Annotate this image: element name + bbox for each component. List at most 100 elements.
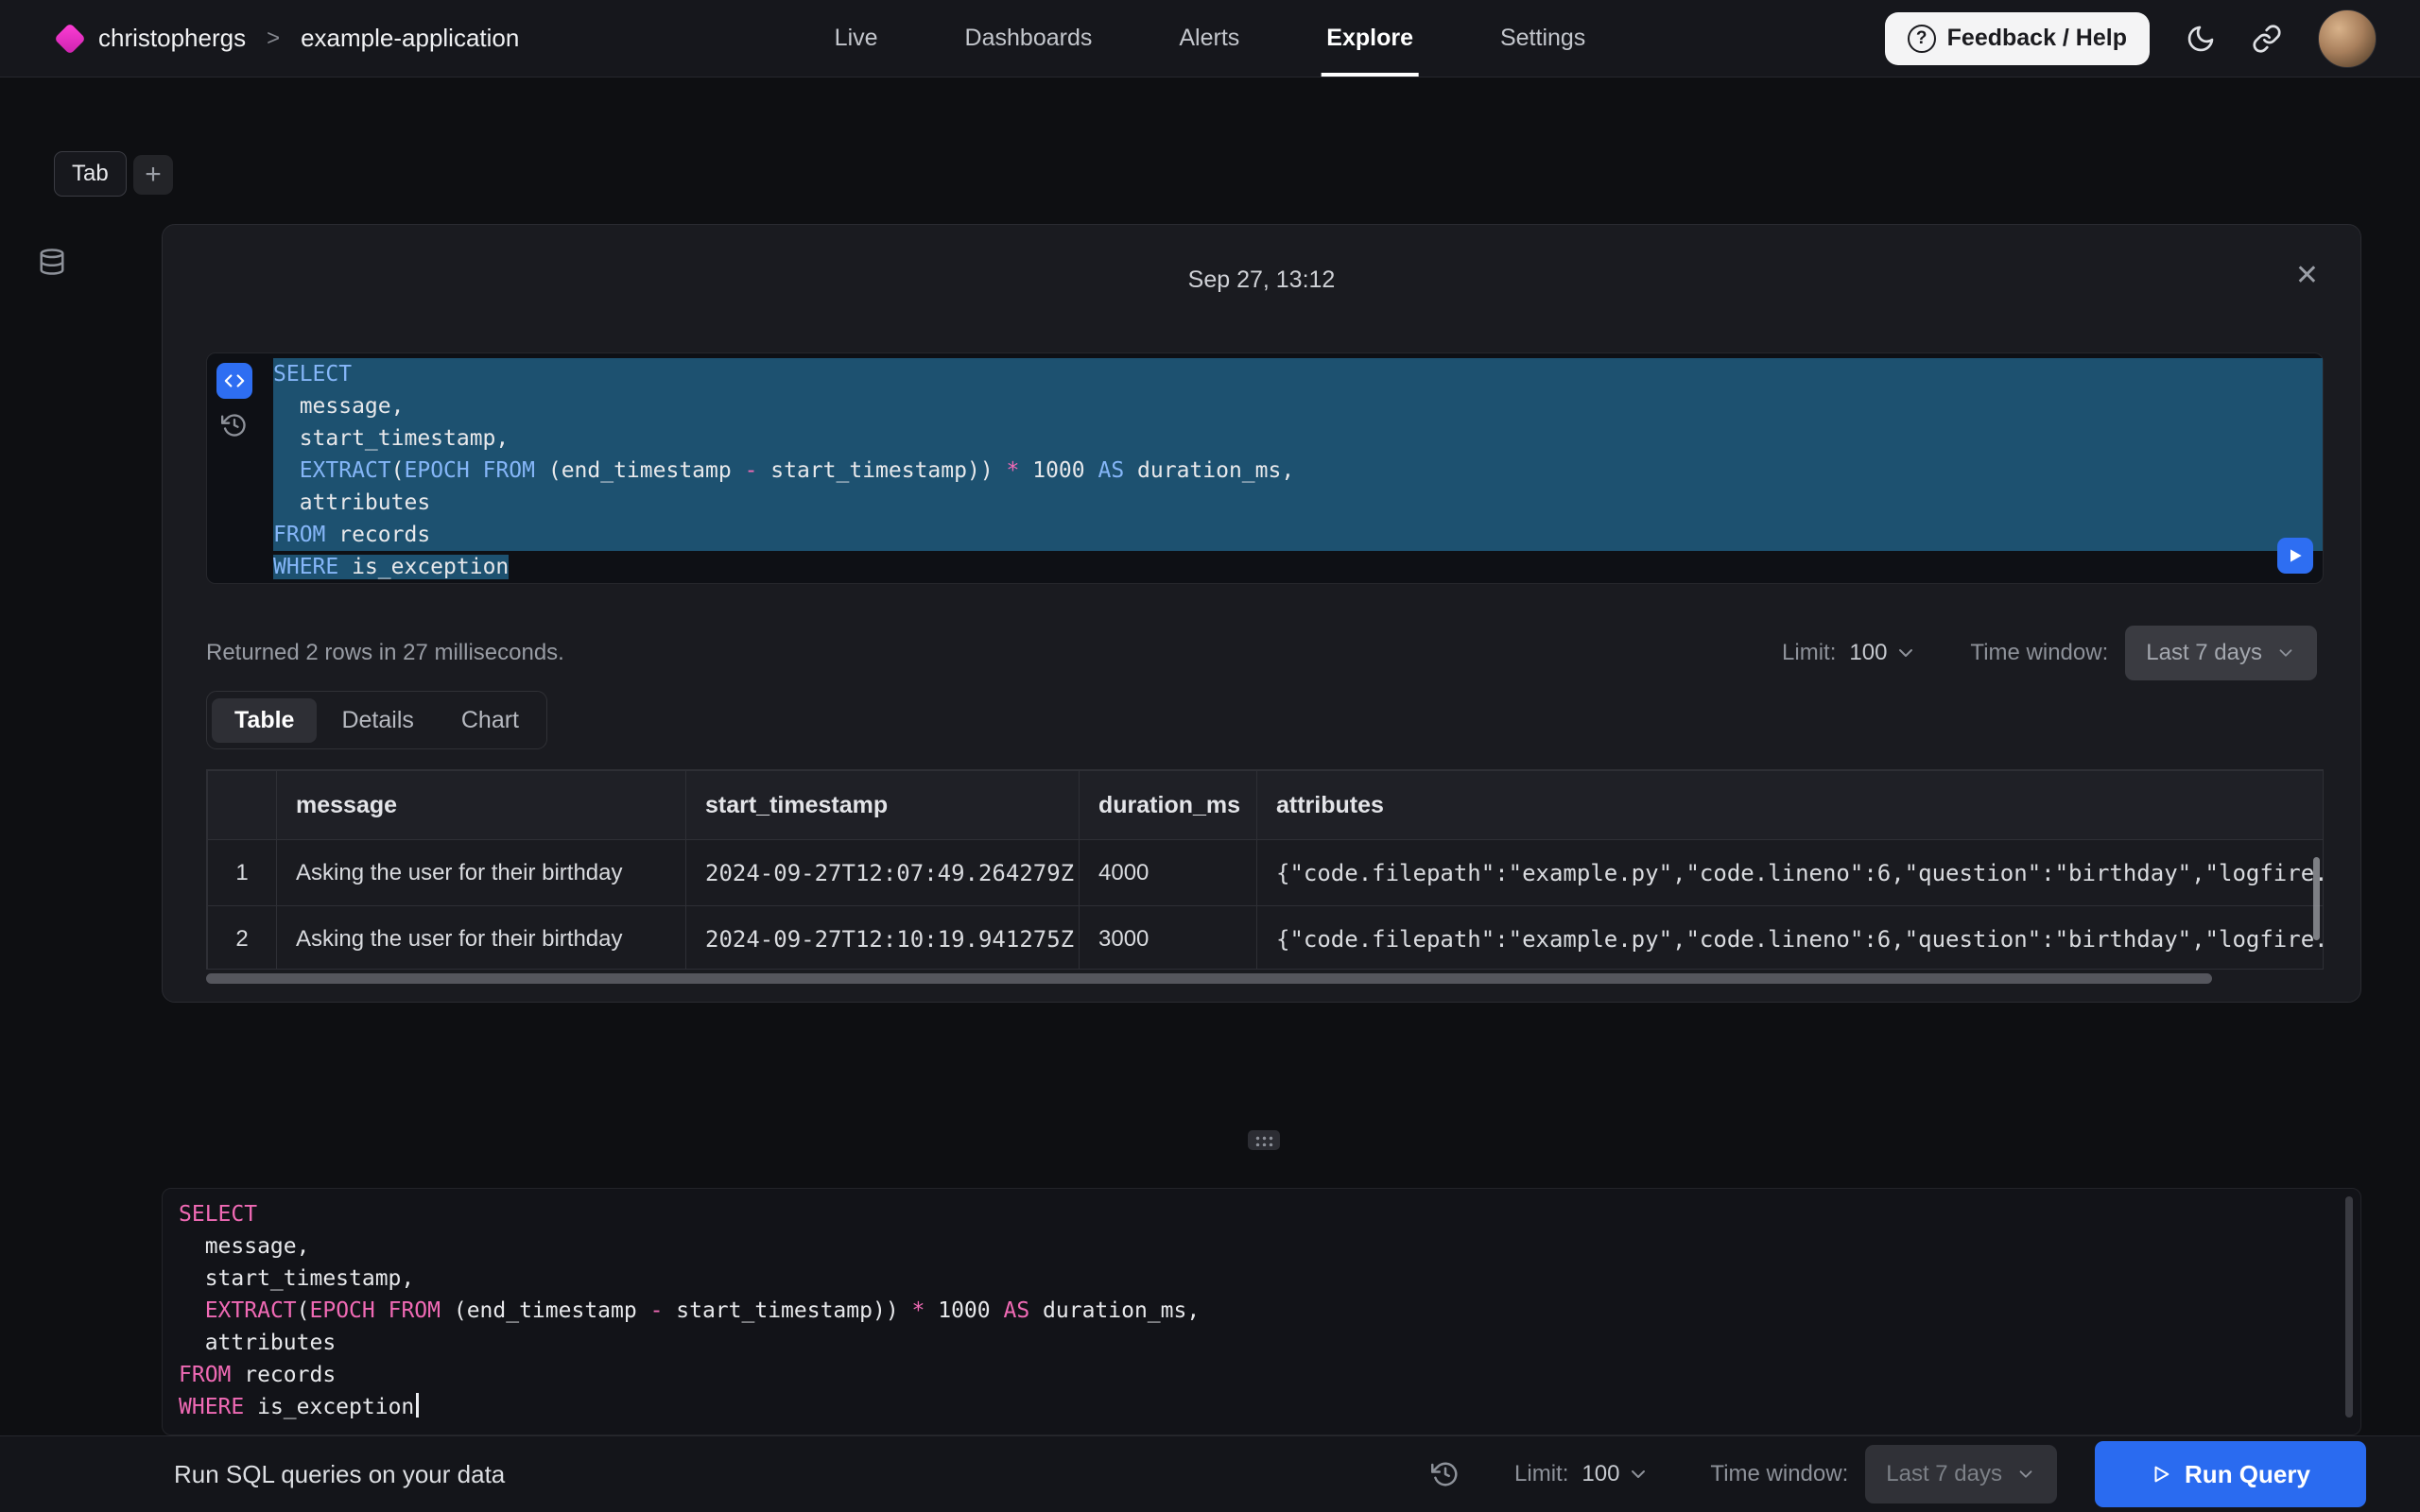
limit-label: Limit: <box>1782 640 1836 666</box>
play-icon <box>2151 1464 2171 1485</box>
chevron-down-icon <box>2015 1464 2036 1485</box>
breadcrumb-separator-icon: > <box>267 26 280 52</box>
breadcrumb: christophergs > example-application <box>59 24 519 53</box>
sql-line: FROM records <box>179 1359 2360 1391</box>
add-tab-button[interactable]: + <box>133 155 173 195</box>
chevron-down-icon[interactable] <box>1894 642 1917 664</box>
nav-item-settings[interactable]: Settings <box>1500 0 1585 77</box>
limit-value[interactable]: 100 <box>1582 1461 1619 1487</box>
footer-hint-text: Run SQL queries on your data <box>174 1460 505 1489</box>
feedback-help-button[interactable]: ? Feedback / Help <box>1885 12 2150 65</box>
query-history-icon[interactable] <box>221 412 248 438</box>
sql-line: message, <box>179 1230 2360 1263</box>
time-window-value: Last 7 days <box>2146 640 2262 666</box>
results-table-container: message start_timestamp duration_ms attr… <box>206 769 2324 970</box>
result-view-tabs: Table Details Chart <box>206 691 547 749</box>
top-nav: christophergs > example-application Live… <box>0 0 2420 77</box>
code-toggle-icon[interactable] <box>216 363 252 399</box>
result-status-row: Returned 2 rows in 27 milliseconds. Limi… <box>206 625 2317 680</box>
help-circle-icon: ? <box>1908 25 1936 53</box>
time-window-label: Time window: <box>1710 1461 1848 1487</box>
horizontal-scrollbar[interactable] <box>206 973 2212 984</box>
nav-item-explore[interactable]: Explore <box>1326 0 1413 77</box>
time-window-label: Time window: <box>1970 640 2108 666</box>
time-window-select[interactable]: Last 7 days <box>1865 1445 2057 1503</box>
sql-editor[interactable]: SELECT message, start_timestamp, EXTRACT… <box>162 1188 2361 1435</box>
header-row-number <box>208 771 277 840</box>
tab-table[interactable]: Table <box>212 698 317 743</box>
cell-duration-ms[interactable]: 4000 <box>1080 840 1257 906</box>
header-duration-ms[interactable]: duration_ms <box>1080 771 1257 840</box>
executed-query-block[interactable]: SELECT message, start_timestamp, EXTRACT… <box>206 352 2324 584</box>
cell-attributes[interactable]: {"code.filepath":"example.py","code.line… <box>1257 840 2325 906</box>
query-footer-bar: Run SQL queries on your data Limit: 100 … <box>0 1435 2420 1512</box>
sql-editor-code[interactable]: SELECT message, start_timestamp, EXTRACT… <box>179 1198 2360 1423</box>
cell-duration-ms[interactable]: 3000 <box>1080 906 1257 971</box>
result-controls: Limit: 100 Time window: Last 7 days <box>1782 626 2317 680</box>
query-tab-chip[interactable]: Tab <box>54 151 127 197</box>
share-link-icon[interactable] <box>2252 24 2282 54</box>
tab-details[interactable]: Details <box>319 698 436 743</box>
vertical-scrollbar[interactable] <box>2313 857 2320 940</box>
query-result-card: Sep 27, 13:12 ✕ SELECT message, start_ti… <box>162 224 2361 1003</box>
nav-item-alerts[interactable]: Alerts <box>1179 0 1239 77</box>
feedback-help-label: Feedback / Help <box>1947 25 2127 52</box>
sql-line: WHERE is_exception <box>179 1391 2360 1423</box>
database-schema-icon[interactable] <box>38 248 66 276</box>
cell-start-timestamp[interactable]: 2024-09-27T12:07:49.264279Z <box>686 840 1080 906</box>
nav-item-dashboards[interactable]: Dashboards <box>965 0 1093 77</box>
sql-line: SELECT <box>273 358 2323 390</box>
breadcrumb-project[interactable]: example-application <box>301 24 519 53</box>
sql-line: start_timestamp, <box>273 422 2323 455</box>
chevron-down-icon <box>2275 643 2296 663</box>
time-window-value: Last 7 days <box>1886 1461 2002 1487</box>
sql-line: attributes <box>179 1327 2360 1359</box>
header-attributes[interactable]: attributes <box>1257 771 2325 840</box>
cell-message[interactable]: Asking the user for their birthday <box>277 906 686 971</box>
row-number: 2 <box>208 906 277 971</box>
row-number: 1 <box>208 840 277 906</box>
nav-actions: ? Feedback / Help <box>1885 9 2377 68</box>
editor-scrollbar[interactable] <box>2345 1196 2353 1418</box>
sql-line: WHERE is_exception <box>273 551 2323 583</box>
header-message[interactable]: message <box>277 771 686 840</box>
table-row[interactable]: 2 Asking the user for their birthday 202… <box>208 906 2325 971</box>
drag-dots-icon <box>1253 1134 1274 1146</box>
breadcrumb-org[interactable]: christophergs <box>98 24 246 53</box>
nav-item-live[interactable]: Live <box>835 0 878 77</box>
sql-line: attributes <box>273 487 2323 519</box>
logfire-logo-icon[interactable] <box>54 23 86 55</box>
executed-query-code[interactable]: SELECT message, start_timestamp, EXTRACT… <box>273 353 2323 583</box>
sql-line: EXTRACT(EPOCH FROM (end_timestamp - star… <box>179 1295 2360 1327</box>
footer-controls: Limit: 100 Time window: Last 7 days Run … <box>1431 1441 2366 1507</box>
dark-mode-moon-icon[interactable] <box>2186 24 2216 54</box>
history-icon[interactable] <box>1431 1460 1460 1488</box>
explore-page: christophergs > example-application Live… <box>0 0 2420 1512</box>
cell-attributes[interactable]: {"code.filepath":"example.py","code.line… <box>1257 906 2325 971</box>
sql-line: message, <box>273 390 2323 422</box>
result-status-text: Returned 2 rows in 27 milliseconds. <box>206 640 564 666</box>
run-query-label: Run Query <box>2185 1460 2310 1489</box>
run-selection-button[interactable] <box>2277 538 2313 574</box>
chevron-down-icon[interactable] <box>1627 1463 1650 1486</box>
run-query-button[interactable]: Run Query <box>2095 1441 2366 1507</box>
sql-line: SELECT <box>179 1198 2360 1230</box>
limit-value[interactable]: 100 <box>1849 640 1887 666</box>
header-start-timestamp[interactable]: start_timestamp <box>686 771 1080 840</box>
split-drag-handle[interactable] <box>1248 1130 1280 1150</box>
nav-menu: Live Dashboards Alerts Explore Settings <box>835 0 1586 77</box>
table-row[interactable]: 1 Asking the user for their birthday 202… <box>208 840 2325 906</box>
result-timestamp: Sep 27, 13:12 <box>163 266 2360 294</box>
cell-start-timestamp[interactable]: 2024-09-27T12:10:19.941275Z <box>686 906 1080 971</box>
user-avatar[interactable] <box>2318 9 2377 68</box>
table-header-row: message start_timestamp duration_ms attr… <box>208 771 2325 840</box>
cell-message[interactable]: Asking the user for their birthday <box>277 840 686 906</box>
sql-line: EXTRACT(EPOCH FROM (end_timestamp - star… <box>273 455 2323 487</box>
limit-label: Limit: <box>1514 1461 1568 1487</box>
time-window-select[interactable]: Last 7 days <box>2125 626 2317 680</box>
results-table: message start_timestamp duration_ms attr… <box>207 770 2324 970</box>
close-icon[interactable]: ✕ <box>2295 259 2319 292</box>
tab-chart[interactable]: Chart <box>439 698 542 743</box>
sql-line: start_timestamp, <box>179 1263 2360 1295</box>
sql-line: FROM records <box>273 519 2323 551</box>
